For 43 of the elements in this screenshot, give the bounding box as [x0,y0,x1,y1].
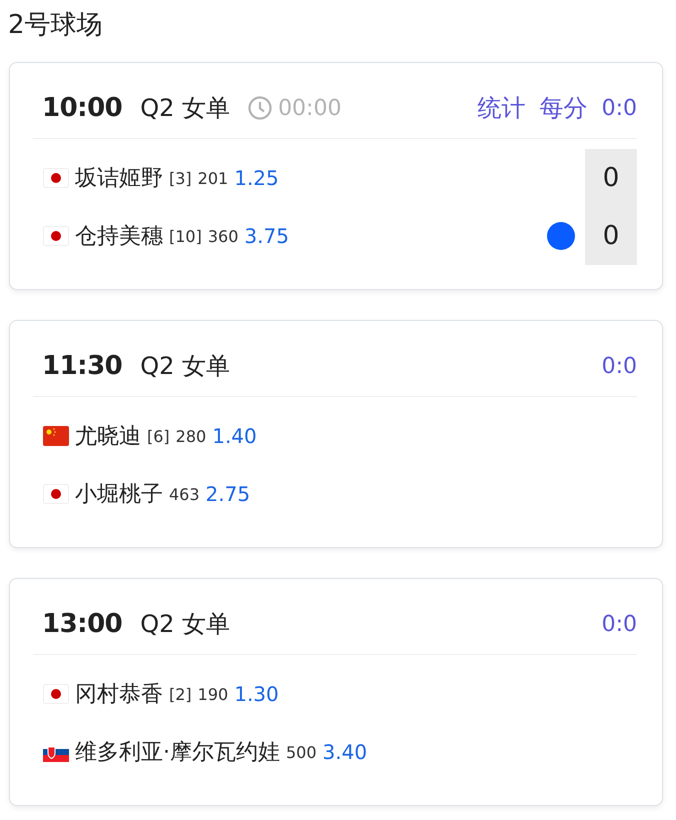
match-time: 13:00 [42,609,122,639]
flag-icon [43,426,69,446]
player-odds: 1.30 [234,682,279,706]
player-rank: 463 [169,484,200,504]
flag-icon [43,168,69,188]
player-rank: 500 [286,742,317,762]
player-odds: 3.40 [322,740,368,764]
match-time: 11:30 [42,351,122,381]
set-score: 0:0 [602,612,637,636]
player-seed: [3] [169,168,192,188]
match-event: Q2 女单 [140,351,230,382]
flag-icon [43,226,69,246]
match-time: 10:00 [42,93,122,123]
flag-icon [43,684,69,704]
player-name: 冈村恭香 [75,681,163,709]
player-name: 维多利亚·摩尔瓦约娃 [75,739,280,767]
elapsed-time: 00:00 [278,96,342,120]
set-score: 0:0 [602,354,637,378]
player-seed: [6] [147,426,170,446]
player-name: 小堀桃子 [75,481,163,509]
player-name: 坂诘姬野 [75,165,163,193]
player-rank: 360 [208,226,238,246]
player-seed: [2] [169,684,192,704]
game-points: 0 [602,162,620,195]
player-rank: 201 [198,168,228,188]
player-odds: 1.40 [212,424,257,448]
player-name: 仓持美穗 [75,223,163,251]
clock-icon [248,96,272,120]
match-event: Q2 女单 [140,609,230,640]
player-odds: 1.25 [234,166,279,190]
flag-icon [43,484,69,504]
player-seed: [10] [169,226,202,246]
stats-link[interactable]: 每分 [540,92,588,124]
player-rank: 190 [198,684,228,704]
player-odds: 2.75 [206,482,250,506]
player-name: 尤晓迪 [75,423,141,451]
court-title: 2号球场 [8,9,104,42]
player-odds: 3.75 [244,224,289,248]
stats-link[interactable]: 统计 [478,92,526,124]
player-rank: 280 [176,426,206,446]
set-score: 0:0 [602,96,637,120]
game-points: 0 [602,220,620,253]
match-event: Q2 女单 [140,93,230,124]
